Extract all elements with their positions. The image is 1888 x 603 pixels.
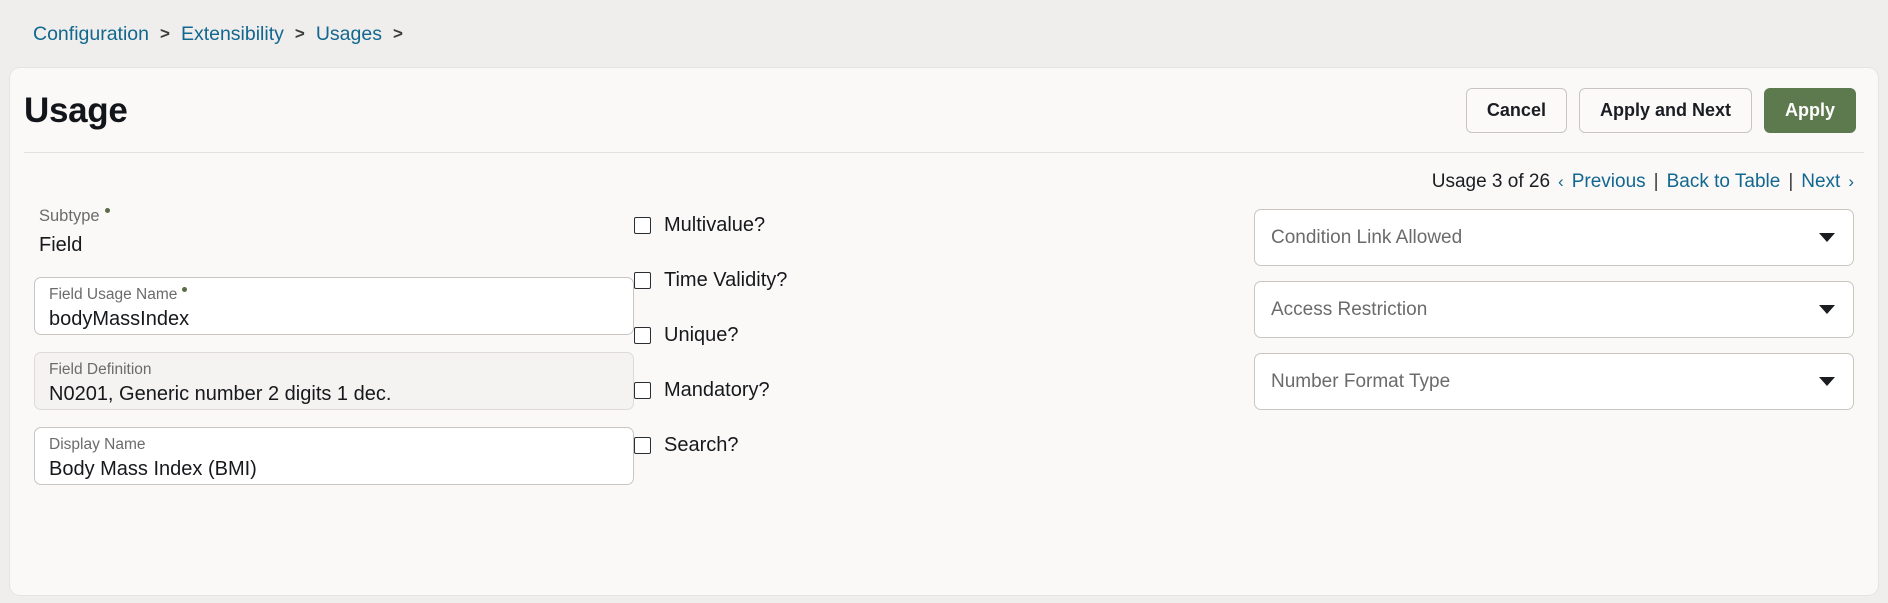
access-restriction-placeholder: Access Restriction bbox=[1271, 299, 1428, 320]
subtype-value: Field bbox=[39, 233, 83, 256]
field-usage-name-label-row: Field Usage Name bbox=[49, 286, 619, 303]
apply-button[interactable]: Apply bbox=[1763, 87, 1856, 133]
chevron-down-icon[interactable] bbox=[1819, 233, 1835, 242]
checkbox-mandatory[interactable]: Mandatory? bbox=[634, 380, 770, 400]
subtype-label-row: Subtype bbox=[39, 207, 634, 227]
usage-detail-card: Usage Cancel Apply and Next Apply Usage … bbox=[10, 68, 1878, 595]
display-name-label-row: Display Name bbox=[49, 436, 619, 453]
chevron-right-icon[interactable]: › bbox=[1848, 172, 1854, 192]
checkbox-label: Multivalue? bbox=[664, 214, 766, 236]
condition-link-allowed-select[interactable]: Condition Link Allowed bbox=[1254, 209, 1854, 266]
field-definition-label: Field Definition bbox=[49, 360, 152, 378]
apply-and-next-button[interactable]: Apply and Next bbox=[1578, 87, 1752, 133]
nav-separator: | bbox=[1653, 171, 1659, 192]
field-definition-value: N0201, Generic number 2 digits 1 dec. bbox=[49, 382, 392, 405]
checkbox-unique[interactable]: Unique? bbox=[634, 325, 739, 345]
access-restriction-select[interactable]: Access Restriction bbox=[1254, 281, 1854, 338]
checkbox-box-icon[interactable] bbox=[634, 271, 651, 289]
record-counter: Usage 3 of 26 bbox=[1431, 171, 1551, 192]
chevron-down-icon[interactable] bbox=[1819, 305, 1835, 314]
required-marker-icon bbox=[182, 286, 188, 292]
back-to-table-link[interactable]: Back to Table bbox=[1667, 171, 1781, 193]
breadcrumb-separator-icon: > bbox=[294, 24, 305, 43]
form-body: Subtype Field Field Usage Name bodyMassI… bbox=[10, 193, 1878, 502]
number-format-type-placeholder: Number Format Type bbox=[1271, 371, 1451, 392]
checkbox-search[interactable]: Search? bbox=[634, 435, 739, 455]
form-column-left: Subtype Field Field Usage Name bodyMassI… bbox=[34, 207, 634, 502]
previous-link[interactable]: Previous bbox=[1572, 171, 1646, 193]
chevron-down-icon[interactable] bbox=[1819, 377, 1835, 386]
card-header: Usage Cancel Apply and Next Apply bbox=[10, 68, 1878, 152]
checkbox-box-icon[interactable] bbox=[634, 326, 651, 344]
checkbox-box-icon[interactable] bbox=[634, 216, 651, 234]
breadcrumb-item-usages[interactable]: Usages bbox=[316, 23, 382, 46]
form-column-checkboxes: Multivalue? Time Validity? Unique? Manda… bbox=[634, 207, 1254, 502]
field-definition-label-row: Field Definition bbox=[49, 361, 619, 378]
breadcrumb: Configuration > Extensibility > Usages > bbox=[0, 0, 1888, 68]
checkbox-multivalue[interactable]: Multivalue? bbox=[634, 215, 765, 235]
display-name-input[interactable]: Display Name Body Mass Index (BMI) bbox=[34, 426, 634, 485]
checkbox-label: Unique? bbox=[664, 324, 739, 346]
cancel-button[interactable]: Cancel bbox=[1465, 87, 1567, 133]
display-name-label: Display Name bbox=[49, 435, 146, 453]
next-link[interactable]: Next bbox=[1801, 171, 1840, 193]
subtype-label: Subtype bbox=[39, 207, 100, 225]
breadcrumb-item-configuration[interactable]: Configuration bbox=[33, 23, 149, 46]
subtype-field: Subtype Field bbox=[34, 207, 634, 257]
field-usage-name-label: Field Usage Name bbox=[49, 285, 178, 303]
header-actions: Cancel Apply and Next Apply bbox=[1465, 87, 1856, 133]
checkbox-time-validity[interactable]: Time Validity? bbox=[634, 270, 787, 290]
chevron-left-icon[interactable]: ‹ bbox=[1558, 172, 1564, 192]
field-definition-input[interactable]: Field Definition N0201, Generic number 2… bbox=[34, 351, 634, 410]
field-usage-name-input[interactable]: Field Usage Name bodyMassIndex bbox=[34, 276, 634, 335]
checkbox-label: Search? bbox=[664, 434, 739, 456]
checkbox-box-icon[interactable] bbox=[634, 436, 651, 454]
form-column-selects: Condition Link Allowed Access Restrictio… bbox=[1254, 207, 1854, 502]
record-navigation: Usage 3 of 26 ‹ Previous | Back to Table… bbox=[10, 153, 1878, 193]
breadcrumb-separator-icon: > bbox=[392, 24, 403, 43]
display-name-value: Body Mass Index (BMI) bbox=[49, 457, 257, 480]
checkbox-label: Time Validity? bbox=[664, 269, 788, 291]
checkbox-box-icon[interactable] bbox=[634, 381, 651, 399]
checkbox-label: Mandatory? bbox=[664, 379, 770, 401]
breadcrumb-item-extensibility[interactable]: Extensibility bbox=[181, 23, 284, 46]
field-usage-name-value: bodyMassIndex bbox=[49, 307, 190, 330]
number-format-type-select[interactable]: Number Format Type bbox=[1254, 353, 1854, 410]
required-marker-icon bbox=[104, 208, 110, 213]
nav-separator: | bbox=[1788, 171, 1794, 192]
page-title: Usage bbox=[24, 90, 128, 130]
condition-link-allowed-placeholder: Condition Link Allowed bbox=[1271, 227, 1463, 248]
breadcrumb-separator-icon: > bbox=[160, 24, 170, 43]
